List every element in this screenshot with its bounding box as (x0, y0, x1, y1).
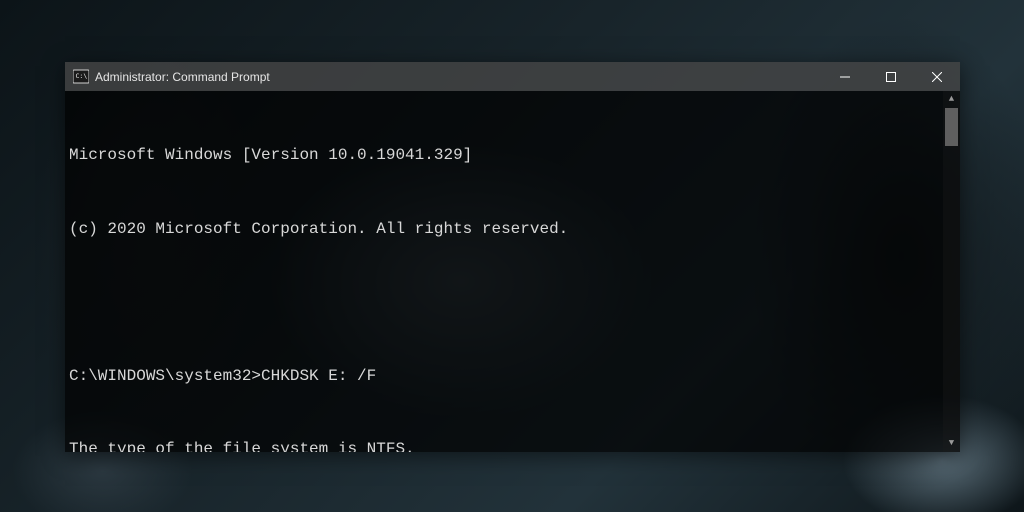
terminal-line-blank (69, 290, 956, 315)
window-title: Administrator: Command Prompt (95, 70, 270, 84)
terminal-line: The type of the file system is NTFS. (69, 437, 956, 452)
window-titlebar[interactable]: C:\ Administrator: Command Prompt (65, 62, 960, 91)
command-prompt-window: C:\ Administrator: Command Prompt Micros… (65, 62, 960, 452)
vertical-scrollbar[interactable]: ▲ ▼ (943, 91, 960, 452)
scroll-down-arrow-icon[interactable]: ▼ (943, 435, 960, 452)
terminal-line: C:\WINDOWS\system32>CHKDSK E: /F (69, 364, 956, 389)
terminal-line: (c) 2020 Microsoft Corporation. All righ… (69, 217, 956, 242)
maximize-button[interactable] (868, 62, 914, 91)
scroll-up-arrow-icon[interactable]: ▲ (943, 91, 960, 108)
terminal-line: Microsoft Windows [Version 10.0.19041.32… (69, 143, 956, 168)
terminal-output[interactable]: Microsoft Windows [Version 10.0.19041.32… (65, 91, 960, 452)
close-button[interactable] (914, 62, 960, 91)
minimize-button[interactable] (822, 62, 868, 91)
svg-text:C:\: C:\ (76, 72, 88, 80)
cmd-icon: C:\ (73, 69, 89, 85)
scroll-thumb[interactable] (945, 108, 958, 146)
